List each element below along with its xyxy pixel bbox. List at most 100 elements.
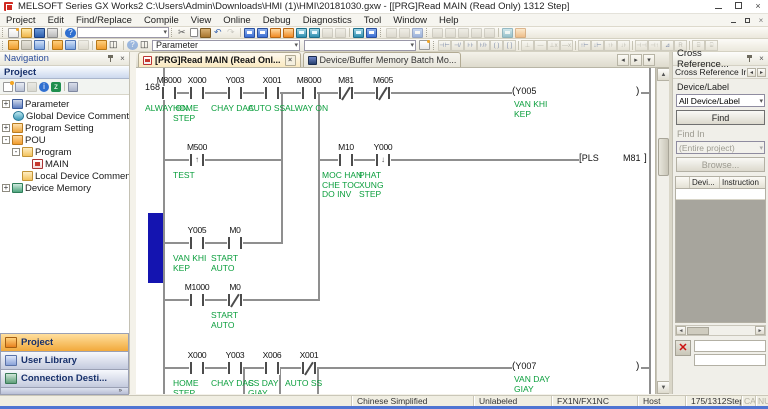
ladder-pulse-contact-button[interactable]: ↑⊢ — [578, 40, 591, 51]
read-from-plc-icon[interactable] — [257, 28, 268, 38]
condition-field-1[interactable] — [694, 340, 766, 352]
tab-right-icon[interactable]: ▸ — [757, 68, 766, 77]
tree-item-device-memory[interactable]: + Device Memory — [0, 182, 129, 194]
undo-icon[interactable] — [213, 28, 224, 38]
save-project-icon[interactable] — [34, 28, 45, 38]
tree-item-local-device-comment[interactable]: Local Device Comment — [0, 170, 129, 182]
ladder-contact[interactable]: Y000↓PHAT XUNG STEP — [361, 142, 405, 196]
ladder-delete-horizontal-button[interactable]: —x — [560, 40, 573, 51]
pin-icon[interactable] — [107, 55, 114, 62]
expander-icon[interactable]: + — [2, 100, 10, 108]
ladder-delete-vertical-button[interactable]: ⊥x — [547, 40, 560, 51]
tab-prg-read-main[interactable]: [PRG]Read MAIN (Read Onl... × — [138, 52, 301, 67]
mdi-restore-button[interactable] — [740, 14, 754, 27]
ladder-coil[interactable]: (Y005 — [512, 86, 536, 97]
device-memory-icon[interactable] — [353, 28, 364, 38]
breakpoint-icon[interactable] — [412, 28, 423, 38]
nav-filter-icon[interactable] — [68, 82, 78, 92]
verify-icon[interactable] — [502, 28, 513, 38]
menu-project[interactable]: Project — [0, 14, 42, 27]
ladder-edit-mode-button[interactable]: ⊿ — [661, 40, 674, 51]
new-project-icon[interactable] — [8, 28, 19, 38]
scrollbar-thumb[interactable] — [658, 138, 669, 176]
device-display-icon[interactable] — [471, 28, 482, 38]
toolbar-grip[interactable] — [433, 41, 436, 50]
cut-icon[interactable] — [177, 28, 188, 38]
st-editor-icon[interactable] — [78, 40, 89, 50]
toolbar-grip[interactable] — [2, 28, 5, 37]
print-icon[interactable] — [47, 28, 58, 38]
device-comment-icon[interactable] — [96, 40, 107, 50]
tab-scroll-left-icon[interactable]: ◂ — [617, 54, 629, 66]
help-circle-icon[interactable]: ? — [127, 40, 138, 50]
ladder-pulse-close-button[interactable]: ↓⊢ — [591, 40, 604, 51]
find-in-combo[interactable]: (Entire project) — [676, 141, 765, 154]
nav-sort-z-icon[interactable]: z — [51, 82, 61, 92]
step-execution-icon[interactable] — [399, 28, 410, 38]
expander-icon[interactable]: + — [2, 124, 10, 132]
menu-diagnostics[interactable]: Diagnostics — [297, 14, 358, 27]
redo-icon[interactable] — [226, 28, 237, 38]
window-selector-combo[interactable] — [77, 27, 169, 38]
scroll-left-icon[interactable]: ◄ — [676, 326, 686, 335]
ladder-close-branch-button[interactable]: ⊦/⊦ — [477, 40, 490, 51]
nav-info-icon[interactable]: i — [39, 82, 49, 92]
monitor-write-mode-icon[interactable] — [283, 28, 294, 38]
statement-display-icon[interactable] — [445, 28, 456, 38]
ladder-application-instruction-button[interactable]: [ ] — [503, 40, 516, 51]
menu-online[interactable]: Online — [217, 14, 256, 27]
editor-vertical-scrollbar[interactable]: ▲ ▼ — [656, 68, 669, 394]
browse-button[interactable]: Browse... — [676, 157, 765, 172]
ladder-open-branch-button[interactable]: ⊦⊦ — [464, 40, 477, 51]
tree-item-main[interactable]: MAIN — [0, 158, 129, 170]
table-empty-row[interactable] — [676, 189, 765, 200]
note-display-icon[interactable] — [458, 28, 469, 38]
sfc-editor-icon[interactable] — [65, 40, 76, 50]
nav-chevron-bar[interactable]: » — [0, 387, 129, 395]
output-window-toggle-icon[interactable] — [34, 40, 45, 50]
ladder-contact[interactable]: M0START AUTO — [213, 282, 257, 336]
connection-destination-view-button[interactable]: Connection Desti... — [0, 369, 129, 387]
close-icon[interactable]: × — [118, 54, 127, 63]
menu-debug[interactable]: Debug — [257, 14, 297, 27]
tab-list-icon[interactable]: ▾ — [643, 54, 655, 66]
close-icon[interactable]: × — [757, 54, 766, 63]
find-button[interactable]: Find — [676, 110, 765, 125]
minimize-button[interactable] — [708, 0, 728, 13]
ladder-coil-button[interactable]: ( ) — [490, 40, 503, 51]
navigation-window-toggle-icon[interactable] — [8, 40, 19, 50]
nav-new-item-icon[interactable] — [3, 82, 13, 92]
device-label-combo[interactable]: All Device/Label — [676, 94, 765, 107]
resume-monitor-icon[interactable] — [335, 28, 346, 38]
column-instruction[interactable]: Instruction — [720, 177, 765, 188]
menu-edit[interactable]: Edit — [42, 14, 70, 27]
scroll-right-icon[interactable]: ► — [755, 326, 765, 335]
maximize-button[interactable] — [728, 0, 748, 13]
mdi-minimize-button[interactable] — [726, 14, 740, 27]
ladder-pulse-operation-button[interactable]: ⊣↑ — [648, 40, 661, 51]
clear-condition-icon[interactable]: ✕ — [675, 340, 691, 356]
new-window-icon[interactable] — [419, 40, 430, 50]
ladder-close-contact-button[interactable]: ⊣/⊢ — [451, 40, 464, 51]
scrollbar-thumb[interactable] — [687, 327, 709, 335]
parameter-combo[interactable]: Parameter — [152, 40, 300, 51]
nav-copy-icon[interactable] — [15, 82, 25, 92]
help-icon[interactable]: ? — [65, 28, 76, 38]
pause-monitor-icon[interactable] — [322, 28, 333, 38]
toolbar-grip[interactable] — [171, 28, 174, 37]
monitor-mode-icon[interactable] — [270, 28, 281, 38]
open-project-icon[interactable] — [21, 28, 32, 38]
menu-view[interactable]: View — [185, 14, 217, 27]
ladder-open-contact-button[interactable]: ⊣⊢ — [438, 40, 451, 51]
menu-find-replace[interactable]: Find/Replace — [70, 14, 138, 27]
copy-icon[interactable] — [190, 28, 198, 37]
ladder-contact[interactable]: M0START AUTO — [213, 225, 257, 279]
tree-item-parameter[interactable]: + Parameter — [0, 98, 129, 110]
ladder-selection-cursor[interactable] — [148, 213, 163, 283]
tab-scroll-right-icon[interactable]: ▸ — [630, 54, 642, 66]
menu-tool[interactable]: Tool — [358, 14, 387, 27]
ladder-contact[interactable]: M500↑TEST — [175, 142, 219, 196]
ladder-canvas[interactable]: 168 M8000ALWAY ON X000HOME STEP Y003CHAY… — [136, 68, 656, 394]
pin-icon[interactable] — [746, 55, 753, 62]
ladder-contact[interactable]: M605 — [361, 75, 405, 129]
